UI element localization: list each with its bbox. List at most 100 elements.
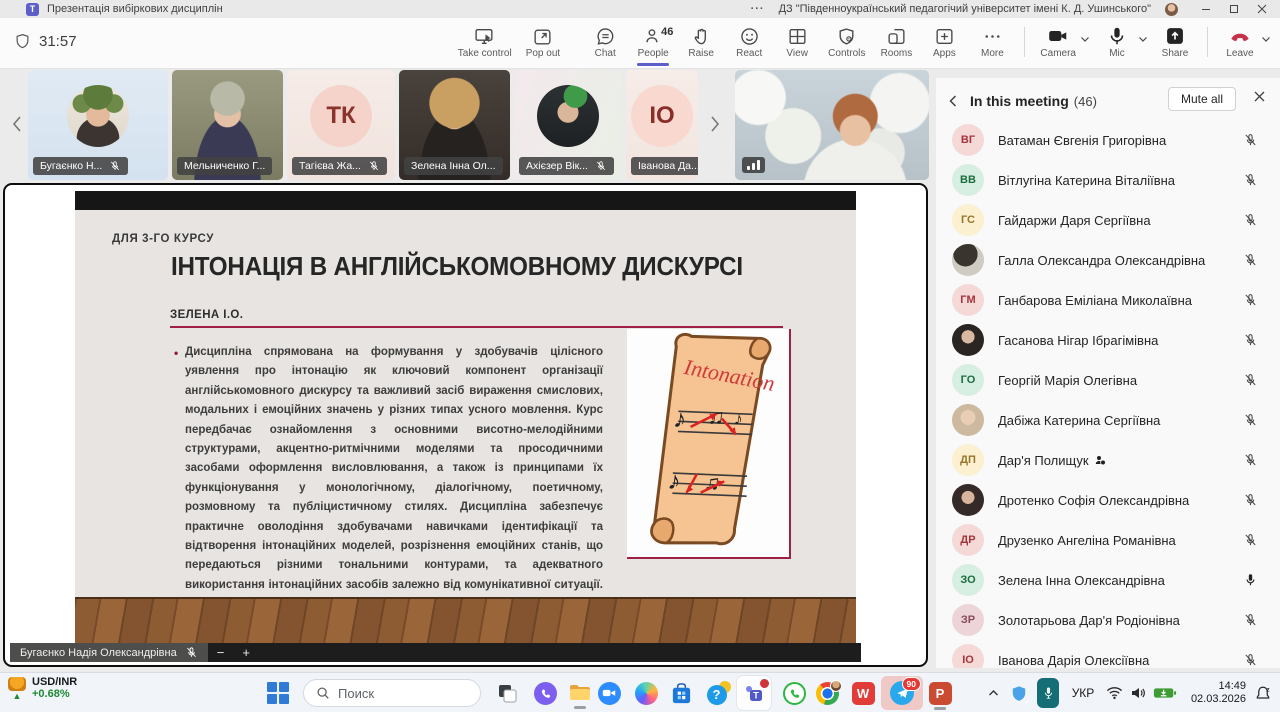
video-tile[interactable]: Зелена Інна Ол... <box>399 70 510 180</box>
take-control-button[interactable]: Take control <box>451 21 519 66</box>
quick-assist-button[interactable]: ? <box>706 681 730 705</box>
mic-button[interactable]: Mic <box>1093 21 1141 66</box>
leave-button[interactable]: Leave <box>1216 21 1264 66</box>
mic-muted-icon[interactable] <box>1243 133 1258 148</box>
participant-row[interactable]: ВГ Ватаман Євгенія Григорівна <box>936 120 1280 160</box>
apps-button[interactable]: Apps <box>920 21 968 66</box>
whatsapp-icon <box>783 682 806 705</box>
mic-muted-icon[interactable] <box>1243 173 1258 188</box>
panel-close-icon[interactable] <box>1253 90 1266 103</box>
participant-row[interactable]: ГС Гайдаржи Даря Сергіївна <box>936 200 1280 240</box>
active-speaker-video[interactable] <box>735 70 929 180</box>
people-button[interactable]: 46 People <box>629 21 677 66</box>
camera-button[interactable]: Camera <box>1033 21 1083 66</box>
participant-row[interactable]: ДП Дар'я Полищук <box>936 440 1280 480</box>
zoom-in-button[interactable]: + <box>233 645 259 660</box>
participant-row[interactable]: Дабіжа Катерина Сергіївна <box>936 400 1280 440</box>
participant-row[interactable]: ГМ Ганбарова Еміліана Миколаївна <box>936 280 1280 320</box>
file-explorer-button[interactable] <box>568 681 592 705</box>
telegram-taskbar-button[interactable]: 90 <box>881 676 923 710</box>
search-placeholder: Поиск <box>338 686 374 701</box>
meeting-toolbar: 31:57 Take control Pop out Chat 46 Peopl… <box>0 18 1280 69</box>
language-indicator[interactable]: УКР <box>1064 686 1102 700</box>
video-tile[interactable]: Ахієзер Вік... <box>514 70 622 180</box>
start-button[interactable] <box>266 681 290 705</box>
participant-row[interactable]: Галла Олександра Олександрівна <box>936 240 1280 280</box>
mute-all-button[interactable]: Mute all <box>1168 87 1236 111</box>
participant-row[interactable]: ІО Іванова Дарія Олексіївна <box>936 640 1280 668</box>
video-tile[interactable]: ТК Тагієва Жа... <box>287 70 395 180</box>
help-icon: ? <box>707 682 730 705</box>
taskbar-search[interactable]: Поиск <box>303 679 481 707</box>
mic-on-icon[interactable] <box>1243 573 1258 588</box>
network-signal-icon <box>742 157 765 173</box>
photo-avatar <box>952 324 984 356</box>
more-button[interactable]: More <box>968 21 1016 66</box>
participant-row[interactable]: Дротенко Софія Олександрівна <box>936 480 1280 520</box>
chrome-button[interactable] <box>815 681 839 705</box>
volume-icon[interactable] <box>1126 686 1150 700</box>
mic-muted-icon[interactable] <box>1243 413 1258 428</box>
filmstrip-prev-icon[interactable] <box>8 110 26 138</box>
stocks-widget[interactable]: ▲ USD/INR +0.68% <box>8 676 77 700</box>
wifi-icon[interactable] <box>1102 686 1126 700</box>
teams-taskbar-button[interactable]: T <box>737 676 771 710</box>
mic-muted-icon[interactable] <box>1243 373 1258 388</box>
mic-muted-icon[interactable] <box>1243 213 1258 228</box>
react-button[interactable]: React <box>725 21 773 66</box>
mic-muted-icon[interactable] <box>1243 493 1258 508</box>
window-overflow-menu[interactable]: ··· <box>751 3 765 15</box>
zoom-app-button[interactable] <box>597 681 621 705</box>
mic-muted-icon[interactable] <box>1243 613 1258 628</box>
video-tile[interactable]: ІО Іванова Да... <box>626 70 698 180</box>
filmstrip-next-icon[interactable] <box>706 110 724 138</box>
mic-muted-icon[interactable] <box>1243 453 1258 468</box>
chat-button[interactable]: Chat <box>581 21 629 66</box>
mic-in-use-indicator[interactable] <box>1032 678 1064 708</box>
tray-clock[interactable]: 14:49 02.03.2026 <box>1180 680 1246 706</box>
guest-badge-icon <box>1094 454 1106 466</box>
mic-muted-icon[interactable] <box>1243 533 1258 548</box>
share-button[interactable]: Share <box>1151 21 1199 66</box>
windows-logo-icon <box>267 682 289 704</box>
shared-screen[interactable]: ДЛЯ 3-ГО КУРСУ ІНТОНАЦІЯ В АНГЛІЙСЬКОМОВ… <box>3 183 928 667</box>
presenter-name: Бугаєнко Надія Олександрівна <box>20 647 177 659</box>
video-tile[interactable]: Бугаєнко Н... <box>28 70 168 180</box>
whatsapp-button[interactable] <box>782 681 806 705</box>
mic-muted-icon[interactable] <box>1243 253 1258 268</box>
copilot-button[interactable] <box>634 681 658 705</box>
view-button[interactable]: View <box>773 21 821 66</box>
task-view-button[interactable] <box>495 681 519 705</box>
zoom-out-button[interactable]: − <box>208 645 234 660</box>
participant-row[interactable]: ГО Георгій Марія Олегівна <box>936 360 1280 400</box>
svg-text:z: z <box>1267 686 1270 693</box>
participant-row[interactable]: ДР Друзенко Ангеліна Романівна <box>936 520 1280 560</box>
powerpoint-button[interactable]: P <box>928 681 952 705</box>
video-tile[interactable]: Мельниченко Г... <box>172 70 283 180</box>
viber-button[interactable] <box>533 681 557 705</box>
participant-row[interactable]: Гасанова Нігар Ібрагімівна <box>936 320 1280 360</box>
close-button[interactable] <box>1248 0 1276 18</box>
participant-row[interactable]: ВВ Вітлугіна Катерина Віталіївна <box>936 160 1280 200</box>
mic-muted-icon[interactable] <box>1243 333 1258 348</box>
microsoft-store-button[interactable] <box>669 681 693 705</box>
wps-office-button[interactable]: W <box>851 681 875 705</box>
security-shield-icon[interactable] <box>1006 685 1032 702</box>
raise-hand-button[interactable]: Raise <box>677 21 725 66</box>
maximize-button[interactable] <box>1220 0 1248 18</box>
task-view-icon <box>496 682 518 704</box>
battery-charging-icon[interactable] <box>1150 686 1180 700</box>
mic-muted-icon[interactable] <box>1243 653 1258 668</box>
rooms-button[interactable]: Rooms <box>872 21 920 66</box>
minimize-button[interactable] <box>1192 0 1220 18</box>
tray-expand-icon[interactable] <box>980 689 1006 697</box>
panel-back-icon[interactable] <box>936 94 970 108</box>
participant-row[interactable]: ЗО Зелена Інна Олександрівна <box>936 560 1280 600</box>
pop-out-button[interactable]: Pop out <box>519 21 567 66</box>
initials-avatar: ЗО <box>952 564 984 596</box>
participant-row[interactable]: ЗР Золотарьова Дар'я Родіонівна <box>936 600 1280 640</box>
mic-muted-icon[interactable] <box>1243 293 1258 308</box>
notification-bell-icon[interactable]: z <box>1246 685 1280 702</box>
user-avatar[interactable] <box>1165 3 1178 16</box>
controls-button[interactable]: Controls <box>821 21 872 66</box>
